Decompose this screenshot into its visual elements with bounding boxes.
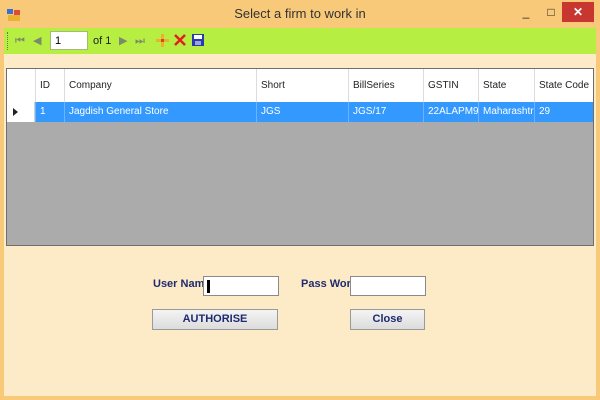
save-icon[interactable] xyxy=(192,34,204,50)
row-selector[interactable] xyxy=(7,102,35,122)
username-field[interactable] xyxy=(203,276,279,296)
column-header-id[interactable]: ID xyxy=(35,69,64,102)
cell-short[interactable]: JGS xyxy=(256,102,348,122)
firm-select-window: Select a firm to work in _ □ ✕ ⏮ ◀ 1 of … xyxy=(0,0,600,400)
close-window-button[interactable]: ✕ xyxy=(562,2,594,22)
cell-state-code[interactable]: 29 xyxy=(534,102,593,122)
row-header-corner xyxy=(7,69,35,102)
current-row-arrow-icon xyxy=(13,108,18,116)
client-area: ⏮ ◀ 1 of 1 ▶ ⏭ ID Company Short BillSeri… xyxy=(4,28,596,396)
cell-id[interactable]: 1 xyxy=(35,102,64,122)
move-next-icon[interactable]: ▶ xyxy=(119,33,127,49)
binding-navigator: ⏮ ◀ 1 of 1 ▶ ⏭ xyxy=(4,28,596,54)
record-count-label: of 1 xyxy=(93,35,112,47)
maximize-button[interactable]: □ xyxy=(540,2,562,22)
cell-company[interactable]: Jagdish General Store xyxy=(64,102,256,122)
close-button[interactable]: Close xyxy=(350,309,425,330)
column-header-state-code[interactable]: State Code xyxy=(534,69,593,102)
cell-state[interactable]: Maharashtra xyxy=(478,102,534,122)
authorise-button[interactable]: AUTHORISE xyxy=(152,309,278,330)
delete-icon[interactable] xyxy=(174,34,186,50)
add-new-icon[interactable] xyxy=(156,34,169,50)
cell-billseries[interactable]: JGS/17 xyxy=(348,102,423,122)
move-first-icon[interactable]: ⏮ xyxy=(15,33,25,49)
cell-gstin[interactable]: 22ALAPM9... xyxy=(423,102,478,122)
title-bar: Select a firm to work in _ □ ✕ xyxy=(0,0,600,28)
minimize-button[interactable]: _ xyxy=(515,2,537,22)
grid-header: ID Company Short BillSeries GSTIN State … xyxy=(7,69,593,103)
column-header-gstin[interactable]: GSTIN xyxy=(423,69,478,102)
position-input[interactable]: 1 xyxy=(50,31,88,50)
column-header-billseries[interactable]: BillSeries xyxy=(348,69,423,102)
move-last-icon[interactable]: ⏭ xyxy=(135,33,145,49)
move-previous-icon[interactable]: ◀ xyxy=(33,33,41,49)
password-field[interactable] xyxy=(350,276,426,296)
text-caret xyxy=(207,280,210,293)
column-header-state[interactable]: State xyxy=(478,69,534,102)
username-label: User Name xyxy=(153,278,211,290)
table-row[interactable]: 1 Jagdish General Store JGS JGS/17 22ALA… xyxy=(7,102,593,122)
column-header-company[interactable]: Company xyxy=(64,69,256,102)
firm-grid[interactable]: ID Company Short BillSeries GSTIN State … xyxy=(6,68,594,246)
column-header-short[interactable]: Short xyxy=(256,69,348,102)
window-title: Select a firm to work in xyxy=(234,6,366,21)
toolbar-grip xyxy=(7,32,12,50)
